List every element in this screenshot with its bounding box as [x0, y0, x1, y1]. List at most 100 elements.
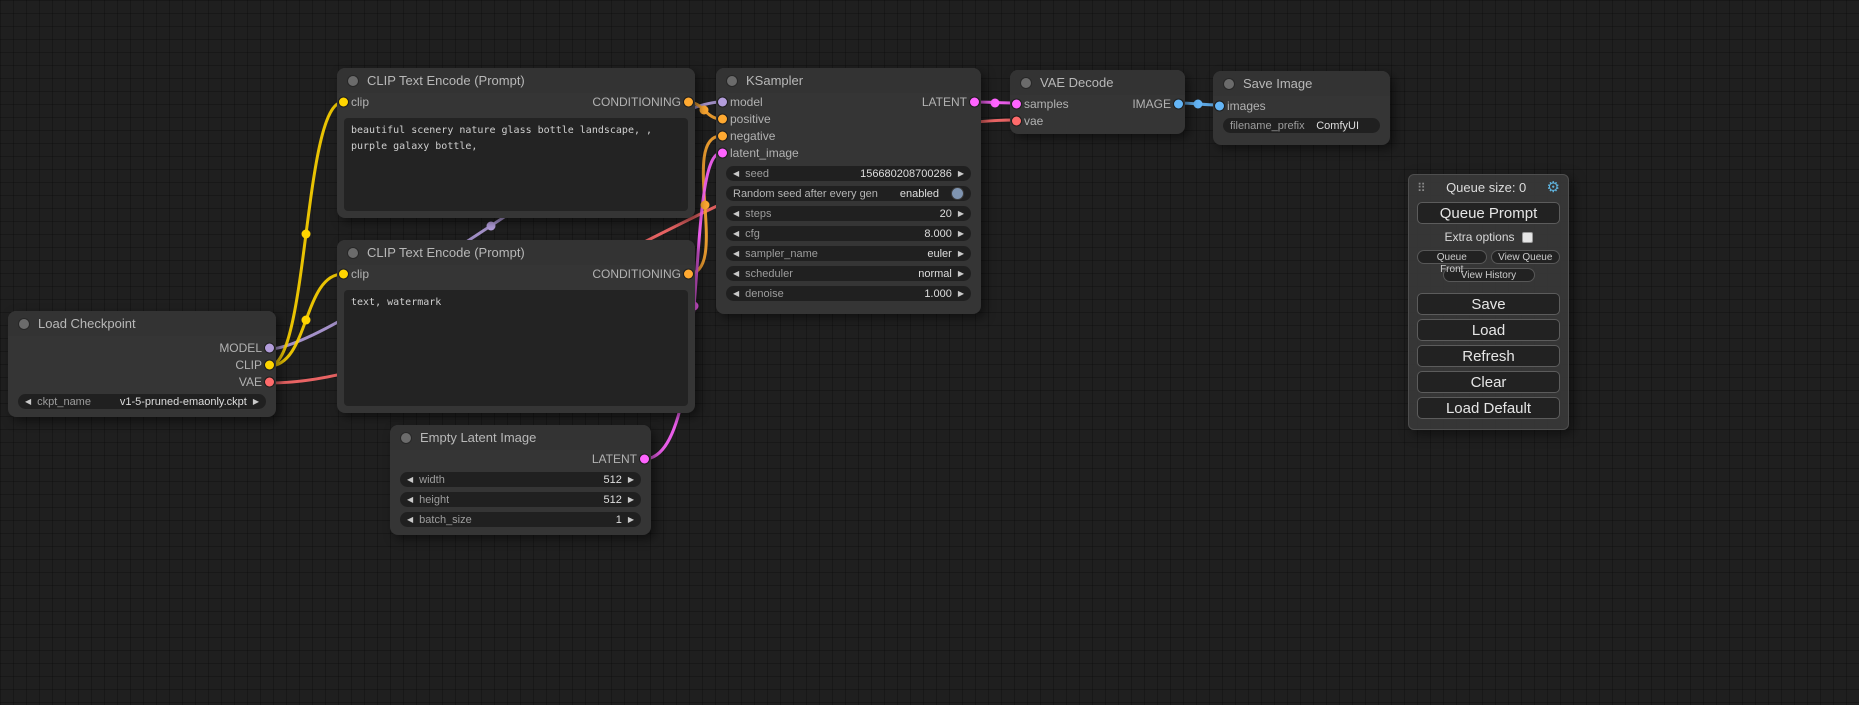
- node-empty-latent-image[interactable]: Empty Latent Image LATENT ◀ width 512 ▶ …: [390, 425, 651, 535]
- arrow-left-icon[interactable]: ◀: [733, 170, 739, 178]
- input-slot-vae[interactable]: [1012, 116, 1021, 125]
- node-header[interactable]: Save Image: [1213, 71, 1390, 96]
- collapse-dot-icon[interactable]: [347, 247, 359, 259]
- arrow-left-icon[interactable]: ◀: [733, 270, 739, 278]
- arrow-right-icon[interactable]: ▶: [253, 398, 259, 406]
- collapse-dot-icon[interactable]: [18, 318, 30, 330]
- node-header[interactable]: Load Checkpoint: [8, 311, 276, 336]
- toggle-knob-icon[interactable]: [951, 187, 964, 200]
- arrow-left-icon[interactable]: ◀: [407, 476, 413, 484]
- collapse-dot-icon[interactable]: [400, 432, 412, 444]
- arrow-left-icon[interactable]: ◀: [733, 230, 739, 238]
- widget-width[interactable]: ◀ width 512 ▶: [400, 472, 641, 487]
- node-header[interactable]: VAE Decode: [1010, 70, 1185, 95]
- node-header[interactable]: CLIP Text Encode (Prompt): [337, 68, 695, 93]
- load-button[interactable]: Load: [1417, 319, 1560, 341]
- node-header[interactable]: Empty Latent Image: [390, 425, 651, 450]
- widget-filename-prefix[interactable]: filename_prefix ComfyUI: [1223, 118, 1380, 133]
- widget-value: 1.000: [924, 288, 952, 300]
- node-title: VAE Decode: [1040, 75, 1113, 90]
- input-slot-samples[interactable]: [1012, 99, 1021, 108]
- extra-options-label: Extra options: [1444, 230, 1514, 244]
- input-label: latent_image: [730, 146, 799, 160]
- arrow-right-icon[interactable]: ▶: [628, 496, 634, 504]
- output-slot-latent[interactable]: [970, 97, 979, 106]
- slot-row: vae: [1010, 112, 1185, 129]
- node-header[interactable]: CLIP Text Encode (Prompt): [337, 240, 695, 265]
- widget-value: ComfyUI: [1316, 120, 1359, 132]
- collapse-dot-icon[interactable]: [1223, 78, 1235, 90]
- output-slot-model[interactable]: [265, 343, 274, 352]
- widget-batch-size[interactable]: ◀ batch_size 1 ▶: [400, 512, 641, 527]
- arrow-left-icon[interactable]: ◀: [407, 496, 413, 504]
- input-slot-latent-image[interactable]: [718, 148, 727, 157]
- arrow-right-icon[interactable]: ▶: [958, 250, 964, 258]
- clear-button[interactable]: Clear: [1417, 371, 1560, 393]
- output-slot-image[interactable]: [1174, 99, 1183, 108]
- widget-scheduler[interactable]: ◀ scheduler normal ▶: [726, 266, 971, 281]
- arrow-right-icon[interactable]: ▶: [958, 210, 964, 218]
- prompt-textarea[interactable]: beautiful scenery nature glass bottle la…: [344, 118, 688, 211]
- widget-steps[interactable]: ◀ steps 20 ▶: [726, 206, 971, 221]
- slot-row: clip CONDITIONING: [337, 265, 695, 283]
- node-ksampler[interactable]: KSampler model LATENT positive negative …: [716, 68, 981, 314]
- queue-front-button[interactable]: Queue Front: [1417, 250, 1487, 264]
- extra-options-checkbox[interactable]: [1522, 232, 1533, 243]
- gear-icon[interactable]: ⚙: [1547, 180, 1560, 195]
- widget-random-seed-toggle[interactable]: Random seed after every gen enabled: [726, 186, 971, 201]
- output-slot-conditioning[interactable]: [684, 270, 693, 279]
- widget-ckpt-name[interactable]: ◀ ckpt_name v1-5-pruned-emaonly.ckpt ▶: [18, 394, 266, 409]
- widget-denoise[interactable]: ◀ denoise 1.000 ▶: [726, 286, 971, 301]
- widget-sampler-name[interactable]: ◀ sampler_name euler ▶: [726, 246, 971, 261]
- input-slot-negative[interactable]: [718, 131, 727, 140]
- arrow-left-icon[interactable]: ◀: [733, 290, 739, 298]
- load-default-button[interactable]: Load Default: [1417, 397, 1560, 419]
- node-save-image[interactable]: Save Image images filename_prefix ComfyU…: [1213, 71, 1390, 145]
- node-clip-text-encode-positive[interactable]: CLIP Text Encode (Prompt) clip CONDITION…: [337, 68, 695, 218]
- widget-value: enabled: [900, 188, 939, 200]
- input-slot-clip[interactable]: [339, 98, 348, 107]
- input-slot-positive[interactable]: [718, 114, 727, 123]
- arrow-left-icon[interactable]: ◀: [733, 210, 739, 218]
- widget-name: Random seed after every gen: [733, 188, 878, 200]
- arrow-left-icon[interactable]: ◀: [407, 516, 413, 524]
- arrow-right-icon[interactable]: ▶: [628, 476, 634, 484]
- arrow-right-icon[interactable]: ▶: [958, 230, 964, 238]
- prompt-textarea[interactable]: text, watermark: [344, 290, 688, 406]
- widget-height[interactable]: ◀ height 512 ▶: [400, 492, 641, 507]
- input-slot-model[interactable]: [718, 97, 727, 106]
- queue-prompt-button[interactable]: Queue Prompt: [1417, 202, 1560, 224]
- output-slot-latent[interactable]: [640, 455, 649, 464]
- arrow-left-icon[interactable]: ◀: [733, 250, 739, 258]
- collapse-dot-icon[interactable]: [726, 75, 738, 87]
- collapse-dot-icon[interactable]: [1020, 77, 1032, 89]
- collapse-dot-icon[interactable]: [347, 75, 359, 87]
- view-queue-button[interactable]: View Queue: [1491, 250, 1561, 264]
- arrow-right-icon[interactable]: ▶: [958, 290, 964, 298]
- arrow-right-icon[interactable]: ▶: [958, 170, 964, 178]
- node-load-checkpoint[interactable]: Load Checkpoint MODEL CLIP VAE ◀ ckpt_na…: [8, 311, 276, 417]
- arrow-left-icon[interactable]: ◀: [25, 398, 31, 406]
- output-row-clip: CLIP: [8, 356, 276, 373]
- save-button[interactable]: Save: [1417, 293, 1560, 315]
- output-slot-conditioning[interactable]: [684, 98, 693, 107]
- input-slot-clip[interactable]: [339, 270, 348, 279]
- refresh-button[interactable]: Refresh: [1417, 345, 1560, 367]
- output-slot-clip[interactable]: [265, 360, 274, 369]
- drag-handle-icon[interactable]: ⠿: [1417, 181, 1426, 195]
- arrow-right-icon[interactable]: ▶: [958, 270, 964, 278]
- slot-row: negative: [716, 127, 981, 144]
- output-slot-vae[interactable]: [265, 377, 274, 386]
- output-label: LATENT: [922, 95, 967, 109]
- arrow-right-icon[interactable]: ▶: [628, 516, 634, 524]
- node-vae-decode[interactable]: VAE Decode samples IMAGE vae: [1010, 70, 1185, 134]
- widget-seed[interactable]: ◀ seed 156680208700286 ▶: [726, 166, 971, 181]
- node-clip-text-encode-negative[interactable]: CLIP Text Encode (Prompt) clip CONDITION…: [337, 240, 695, 413]
- slot-row: clip CONDITIONING: [337, 93, 695, 111]
- widget-cfg[interactable]: ◀ cfg 8.000 ▶: [726, 226, 971, 241]
- queue-panel[interactable]: ⠿ Queue size: 0 ⚙ Queue Prompt Extra opt…: [1408, 174, 1569, 430]
- output-label: VAE: [239, 375, 262, 389]
- input-slot-images[interactable]: [1215, 101, 1224, 110]
- node-canvas[interactable]: Load Checkpoint MODEL CLIP VAE ◀ ckpt_na…: [0, 0, 1859, 705]
- node-header[interactable]: KSampler: [716, 68, 981, 93]
